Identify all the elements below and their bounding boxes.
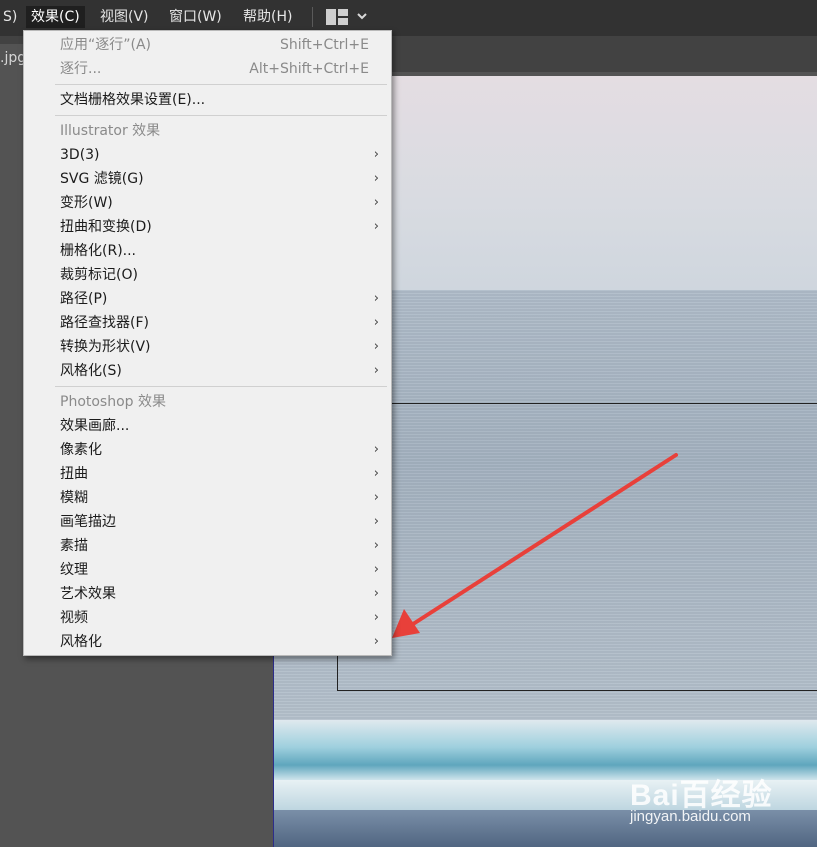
menu-item-label: 文档栅格效果设置(E)... (60, 92, 206, 108)
submenu-arrow-icon: › (373, 171, 379, 186)
submenu-arrow-icon: › (373, 315, 379, 330)
layout-grid-icon (326, 9, 348, 25)
menu-item-sketch[interactable]: 素描 › (24, 534, 391, 558)
submenu-arrow-icon: › (373, 219, 379, 234)
menu-item-label: 3D(3) (60, 147, 100, 163)
menu-section-header-illustrator: Illustrator 效果 (24, 119, 391, 143)
submenu-arrow-icon: › (373, 634, 379, 649)
submenu-arrow-icon: › (373, 291, 379, 306)
menu-item-apply-last-effect: 应用“逐行”(A) Shift+Ctrl+E (24, 33, 391, 57)
menu-item-label: 变形(W) (60, 195, 113, 211)
menu-item-label: 效果画廊... (60, 418, 130, 434)
menu-divider (55, 115, 387, 116)
menu-view[interactable]: 视图(V) (95, 6, 154, 28)
menu-item-artistic[interactable]: 艺术效果 › (24, 582, 391, 606)
watermark-url: jingyan.baidu.com (630, 808, 751, 825)
menu-item-label: 路径(P) (60, 291, 108, 307)
menu-item-label: 风格化(S) (60, 363, 122, 379)
menu-item-label: 素描 (60, 538, 88, 554)
submenu-arrow-icon: › (373, 562, 379, 577)
submenu-arrow-icon: › (373, 339, 379, 354)
baidu-jingyan-watermark: Bai百经验 jingyan.baidu.com (630, 770, 817, 840)
menu-section-label: Illustrator 效果 (60, 123, 161, 139)
menu-item-video[interactable]: 视频 › (24, 606, 391, 630)
menu-item-label: 模糊 (60, 490, 88, 506)
submenu-arrow-icon: › (373, 514, 379, 529)
submenu-arrow-icon: › (373, 195, 379, 210)
menu-item-label: 艺术效果 (60, 586, 116, 602)
workspace-switcher-button[interactable] (326, 9, 368, 27)
menu-item-crop-marks[interactable]: 裁剪标记(O) (24, 263, 391, 287)
selection-rectangle[interactable] (337, 403, 817, 691)
submenu-arrow-icon: › (373, 466, 379, 481)
submenu-arrow-icon: › (373, 147, 379, 162)
menu-item-brush-strokes[interactable]: 画笔描边 › (24, 510, 391, 534)
menu-item-label: 裁剪标记(O) (60, 267, 138, 283)
menu-item-shortcut: Shift+Ctrl+E (279, 37, 369, 53)
menu-item-label: 转换为形状(V) (60, 339, 151, 355)
menu-item-svg-filters[interactable]: SVG 滤镜(G) › (24, 167, 391, 191)
menu-item-warp[interactable]: 变形(W) › (24, 191, 391, 215)
submenu-arrow-icon: › (373, 442, 379, 457)
submenu-arrow-icon: › (373, 363, 379, 378)
menu-item-path[interactable]: 路径(P) › (24, 287, 391, 311)
menu-item-label: 逐行... (60, 61, 102, 77)
menu-divider (55, 386, 387, 387)
menu-effect[interactable]: 效果(C) (26, 6, 85, 28)
menu-section-header-photoshop: Photoshop 效果 (24, 390, 391, 414)
menu-item-label: 风格化 (60, 634, 102, 650)
menu-item-label: 路径查找器(F) (60, 315, 149, 331)
menu-window[interactable]: 窗口(W) (164, 6, 227, 28)
submenu-arrow-icon: › (373, 490, 379, 505)
menu-item-label: 扭曲 (60, 466, 88, 482)
effect-menu-dropdown: 应用“逐行”(A) Shift+Ctrl+E 逐行... Alt+Shift+C… (23, 30, 392, 656)
menu-item-last-effect: 逐行... Alt+Shift+Ctrl+E (24, 57, 391, 81)
menu-item-label: SVG 滤镜(G) (60, 171, 144, 187)
menu-item-label: 纹理 (60, 562, 88, 578)
menu-item-label: 栅格化(R)... (60, 243, 137, 259)
menu-item-pixelate[interactable]: 像素化 › (24, 438, 391, 462)
menu-item-label: 画笔描边 (60, 514, 116, 530)
submenu-arrow-icon: › (373, 586, 379, 601)
menu-item-pathfinder[interactable]: 路径查找器(F) › (24, 311, 391, 335)
submenu-arrow-icon: › (373, 538, 379, 553)
menu-item-rasterize[interactable]: 栅格化(R)... (24, 239, 391, 263)
menu-item-effect-gallery[interactable]: 效果画廊... (24, 414, 391, 438)
menu-item-label: 应用“逐行”(A) (60, 37, 152, 53)
menu-item-3d[interactable]: 3D(3) › (24, 143, 391, 167)
menu-item-shortcut: Alt+Shift+Ctrl+E (249, 61, 369, 77)
menu-divider (55, 84, 387, 85)
menu-item-distort-transform[interactable]: 扭曲和变换(D) › (24, 215, 391, 239)
menubar-divider (312, 7, 313, 27)
menu-item-convert-to-shape[interactable]: 转换为形状(V) › (24, 335, 391, 359)
menu-item-label: 扭曲和变换(D) (60, 219, 152, 235)
chevron-down-icon (357, 13, 367, 20)
menu-select[interactable]: S) (0, 6, 22, 28)
submenu-arrow-icon: › (373, 610, 379, 625)
menu-item-stylize-photoshop[interactable]: 风格化 › (24, 630, 391, 654)
menu-item-label: 像素化 (60, 442, 102, 458)
menu-item-label: 视频 (60, 610, 88, 626)
menu-item-blur[interactable]: 模糊 › (24, 486, 391, 510)
menu-help[interactable]: 帮助(H) (238, 6, 297, 28)
menu-item-distort[interactable]: 扭曲 › (24, 462, 391, 486)
menu-section-label: Photoshop 效果 (60, 394, 167, 410)
menu-item-texture[interactable]: 纹理 › (24, 558, 391, 582)
menu-item-stylize-illustrator[interactable]: 风格化(S) › (24, 359, 391, 383)
menu-item-document-raster-settings[interactable]: 文档栅格效果设置(E)... (24, 88, 391, 112)
